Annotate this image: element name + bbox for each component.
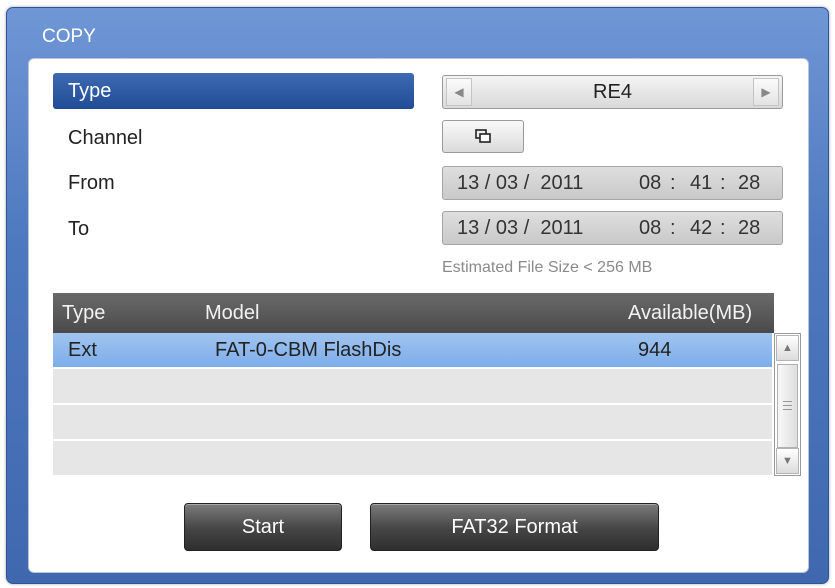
from-datetime-field[interactable]: 13 / 03 / 2011 08 : 41 : 28 [442, 166, 783, 200]
column-header-model: Model [205, 302, 260, 324]
channel-select-button[interactable] [442, 120, 524, 153]
row-model: FAT-0-CBM FlashDis [215, 339, 402, 361]
dialog-title: COPY [42, 26, 96, 47]
grip-line [783, 409, 792, 410]
table-row-empty[interactable] [53, 405, 772, 440]
table-scrollbar[interactable]: ▲ ▼ [774, 333, 801, 476]
time-separator: : [670, 217, 676, 239]
left-arrow-icon[interactable]: ◀ [446, 78, 472, 106]
from-hour[interactable]: 08 [639, 167, 661, 199]
right-arrow-icon[interactable]: ▶ [753, 78, 779, 106]
type-value: RE4 [593, 81, 632, 103]
time-separator: : [720, 217, 726, 239]
table-row[interactable]: Ext FAT-0-CBM FlashDis 944 [53, 333, 772, 368]
from-minute[interactable]: 41 [690, 167, 712, 199]
start-button[interactable]: Start [184, 503, 342, 551]
column-header-type: Type [62, 302, 106, 324]
scroll-up-icon[interactable]: ▲ [776, 335, 799, 361]
grip-line [783, 401, 792, 402]
channel-label: Channel [68, 127, 143, 149]
from-label: From [68, 172, 115, 194]
from-second[interactable]: 28 [738, 167, 760, 199]
to-datetime-field[interactable]: 13 / 03 / 2011 08 : 42 : 28 [442, 211, 783, 245]
to-minute[interactable]: 42 [690, 212, 712, 244]
grip-line [783, 405, 792, 406]
type-selector[interactable]: RE4 ◀ ▶ [442, 75, 783, 109]
type-label[interactable]: Type [53, 73, 414, 109]
row-type: Ext [68, 339, 97, 361]
scroll-thumb[interactable] [777, 364, 798, 448]
row-available: 944 [638, 339, 672, 361]
device-table-header: Type Model Available(MB) [53, 293, 774, 333]
column-header-available: Available(MB) [628, 302, 753, 324]
fat32-format-button[interactable]: FAT32 Format [370, 503, 659, 551]
from-date: 13 / 03 / 2011 [457, 172, 584, 194]
channel-select-icon [475, 129, 491, 143]
table-row-empty[interactable] [53, 441, 772, 476]
to-second[interactable]: 28 [738, 212, 760, 244]
to-date: 13 / 03 / 2011 [457, 217, 584, 239]
to-label: To [68, 218, 90, 240]
time-separator: : [670, 172, 676, 194]
to-hour[interactable]: 08 [639, 212, 661, 244]
table-row-empty[interactable] [53, 369, 772, 404]
estimated-file-size: Estimated File Size < 256 MB [442, 259, 653, 276]
time-separator: : [720, 172, 726, 194]
scroll-down-icon[interactable]: ▼ [776, 448, 799, 474]
